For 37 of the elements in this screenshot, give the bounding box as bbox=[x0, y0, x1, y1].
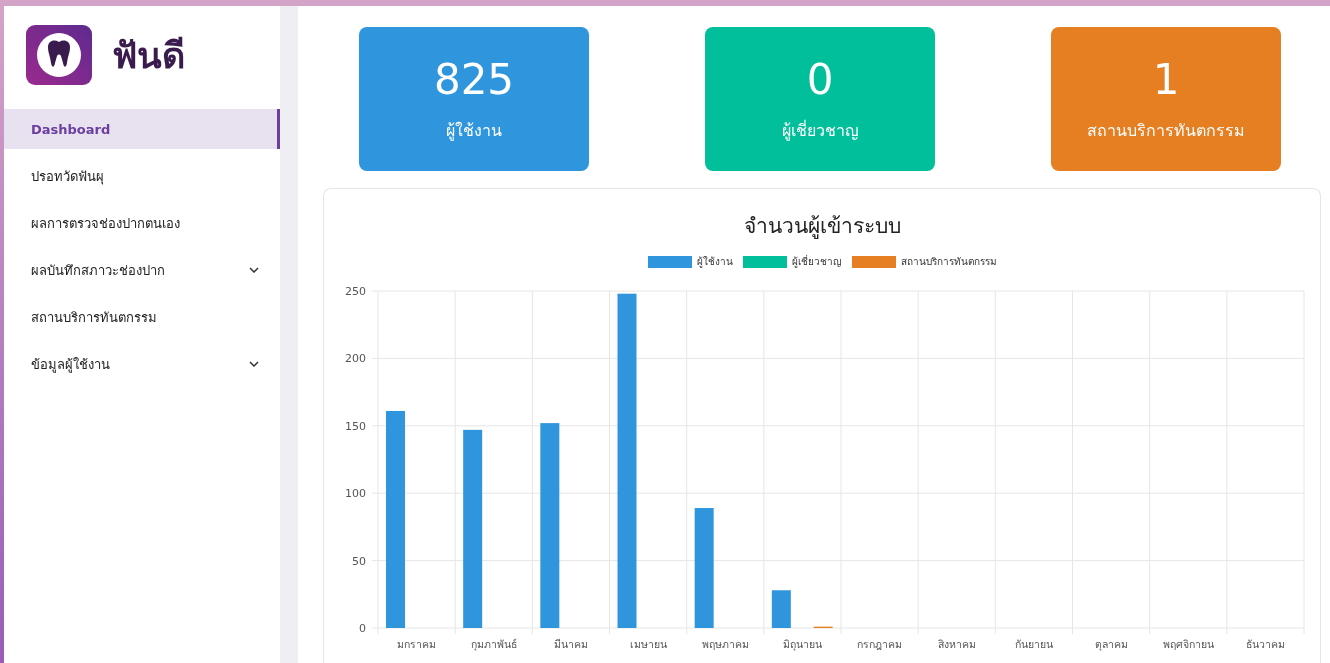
axis-tick-label: พฤศจิกายน bbox=[1162, 638, 1214, 650]
sidebar-item[interactable]: ปรอทวัดฟันผุ bbox=[4, 156, 280, 196]
axis-tick-label: 150 bbox=[345, 419, 366, 433]
axis-tick-label: 200 bbox=[345, 352, 366, 366]
axis-tick-label: 100 bbox=[345, 487, 366, 501]
brand-name: ฟันดี bbox=[112, 33, 185, 78]
stat-label: ผู้ใช้งาน bbox=[446, 120, 502, 143]
axis-tick-label: เมษายน bbox=[629, 638, 667, 650]
sidebar-item[interactable]: ผลการตรวจช่องปากตนเอง bbox=[4, 203, 280, 243]
legend-label: สถานบริการทันตกรรม bbox=[900, 255, 997, 269]
axis-tick-label: ธันวาคม bbox=[1245, 638, 1285, 650]
stat-label: ผู้เชี่ยวชาญ bbox=[781, 119, 859, 143]
axis-tick-label: กรกฎาคม bbox=[857, 638, 903, 650]
stat-value: 0 bbox=[806, 55, 834, 104]
bar bbox=[771, 590, 791, 628]
sidebar-item[interactable]: Dashboard bbox=[4, 109, 280, 149]
stat-value: 1 bbox=[1152, 55, 1180, 104]
sidebar-item[interactable]: ข้อมูลผู้ใช้งาน bbox=[4, 344, 280, 384]
axis-tick-label: มกราคม bbox=[397, 638, 437, 650]
axis-tick-label: 250 bbox=[345, 285, 366, 298]
axis-tick-label: พฤษภาคม bbox=[701, 638, 749, 650]
sidebar-item[interactable]: ผลบันทึกสภาวะช่องปาก bbox=[4, 250, 280, 290]
chart-title: จำนวนผู้เข้าระบบ bbox=[743, 213, 901, 241]
axis-tick-label: ตุลาคม bbox=[1094, 638, 1128, 650]
axis-tick-label: มิถุนายน bbox=[782, 638, 822, 650]
axis-tick-label: กันยายน bbox=[1014, 638, 1053, 650]
tooth-logo-icon bbox=[26, 25, 92, 85]
legend-label: ผู้ใช้งาน bbox=[696, 255, 733, 269]
axis-tick-label: 50 bbox=[352, 554, 366, 568]
axis-tick-label: มีนาคม bbox=[553, 638, 588, 650]
legend-label: ผู้เชี่ยวชาญ bbox=[791, 254, 842, 269]
sidebar-item[interactable]: สถานบริการทันตกรรม bbox=[4, 297, 280, 337]
axis-tick-label: สิงหาคม bbox=[937, 638, 976, 650]
axis-tick-label: 0 bbox=[359, 622, 366, 635]
stat-value: 825 bbox=[433, 55, 515, 104]
stat-label: สถานบริการทันตกรรม bbox=[1087, 120, 1245, 142]
axis-tick-label: กุมภาพันธ์ bbox=[470, 638, 517, 650]
